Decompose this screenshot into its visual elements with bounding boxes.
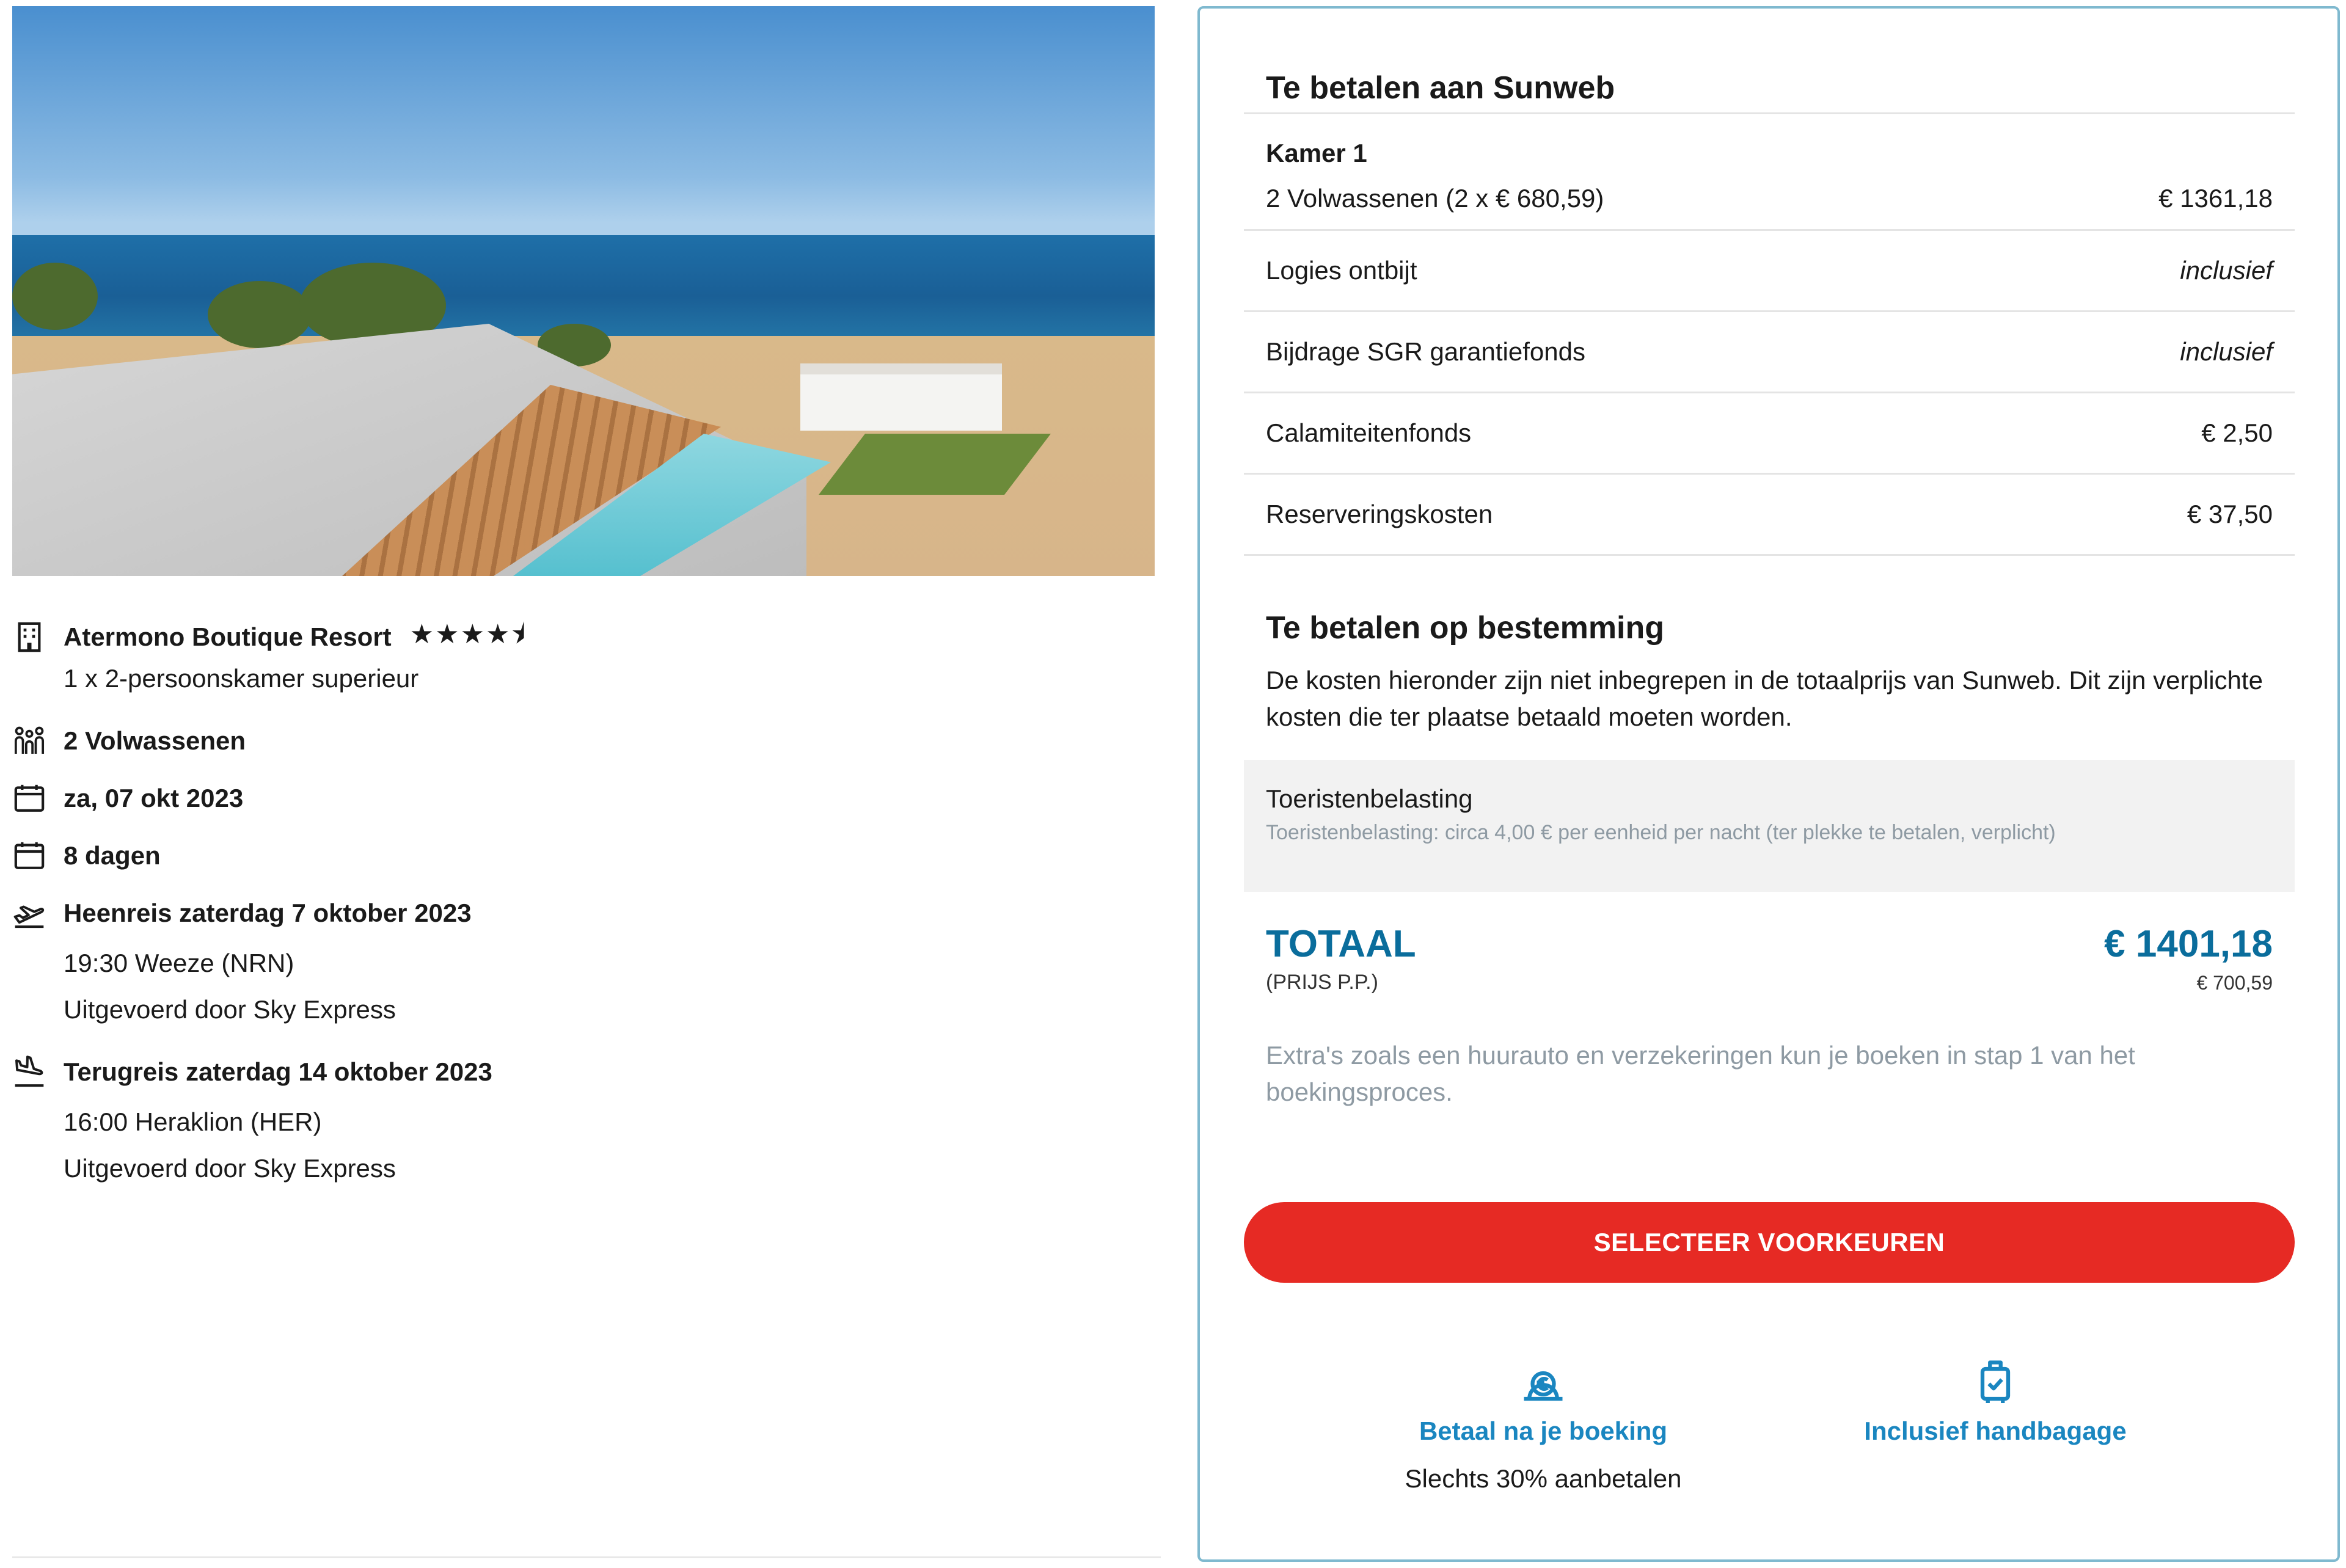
plane-landing-icon bbox=[12, 1054, 49, 1090]
booking-summary-page: Atermono Boutique Resort ★★★★⯨ 1 x 2-per… bbox=[0, 0, 2346, 1568]
tourist-tax-text: Toeristenbelasting: circa 4,00 € per een… bbox=[1266, 821, 2056, 844]
travellers-row: 2 Volwassenen bbox=[12, 723, 1155, 759]
price-line-sgr: Bijdrage SGR garantiefonds inclusief bbox=[1244, 312, 2295, 392]
plane-takeoff-icon bbox=[12, 895, 49, 932]
price-line-booking-fee: Reserveringskosten € 37,50 bbox=[1244, 475, 2295, 554]
hotel-photo bbox=[12, 6, 1155, 576]
outbound-row: Heenreis zaterdag 7 oktober 2023 bbox=[12, 895, 1155, 932]
total-amount: € 1401,18 bbox=[2104, 923, 2273, 965]
total-section: TOTAAL (PRIJS P.P.) € 1401,18 € 700,59 bbox=[1244, 892, 2295, 994]
hotel-name: Atermono Boutique Resort bbox=[64, 622, 392, 651]
return-row: Terugreis zaterdag 14 oktober 2023 bbox=[12, 1054, 1155, 1090]
usp-pay-after-booking: Betaal na je boeking Slechts 30% aanbeta… bbox=[1354, 1356, 1733, 1493]
return-title: Terugreis zaterdag 14 oktober 2023 bbox=[64, 1057, 492, 1086]
trip-info: Atermono Boutique Resort ★★★★⯨ 1 x 2-per… bbox=[12, 619, 1155, 1192]
people-icon bbox=[12, 723, 49, 759]
price-line-label: Calamiteitenfonds bbox=[1266, 418, 1472, 447]
total-label: TOTAAL bbox=[1266, 923, 1416, 965]
travellers-count: 2 Volwassenen bbox=[64, 726, 246, 755]
euro-coin-icon bbox=[1518, 1371, 1569, 1410]
price-summary-card: Te betalen aan Sunweb Kamer 1 2 Volwasse… bbox=[1197, 6, 2340, 1562]
outbound-time: 19:30 Weeze (NRN) bbox=[64, 949, 294, 977]
room-type: 1 x 2-persoonskamer superieur bbox=[64, 664, 419, 693]
usp-title: Betaal na je boeking bbox=[1419, 1417, 1668, 1445]
price-line-value: € 37,50 bbox=[2187, 500, 2273, 528]
price-line-value: inclusief bbox=[2180, 256, 2273, 285]
divider bbox=[12, 1556, 1161, 1558]
price-line-board: Logies ontbijt inclusief bbox=[1244, 231, 2295, 310]
tourist-tax-box: Toeristenbelasting Toeristenbelasting: c… bbox=[1244, 760, 2295, 892]
photo-tree bbox=[12, 263, 98, 330]
luggage-check-icon bbox=[1970, 1360, 2021, 1410]
usp-title: Inclusief handbagage bbox=[1864, 1417, 2127, 1445]
return-time: 16:00 Heraklion (HER) bbox=[64, 1107, 322, 1136]
star-rating: ★★★★⯨ bbox=[409, 619, 527, 649]
hotel-row: Atermono Boutique Resort ★★★★⯨ bbox=[12, 619, 1155, 655]
trip-details: Atermono Boutique Resort ★★★★⯨ 1 x 2-per… bbox=[12, 6, 1155, 1192]
usp-hand-luggage: Inclusief handbagage bbox=[1806, 1356, 2185, 1493]
price-line-label: 2 Volwassenen (2 x € 680,59) bbox=[1266, 184, 1604, 213]
pay-at-destination-title: Te betalen op bestemming bbox=[1266, 610, 1665, 646]
trip-duration: 8 dagen bbox=[64, 841, 161, 870]
price-summary-content: Te betalen aan Sunweb Kamer 1 2 Volwasse… bbox=[1244, 9, 2295, 1493]
return-carrier: Uitgevoerd door Sky Express bbox=[64, 1154, 396, 1183]
building-icon bbox=[12, 619, 49, 655]
pay-at-destination-text: De kosten hieronder zijn niet inbegrepen… bbox=[1266, 666, 2263, 731]
photo-beach-house bbox=[800, 363, 1002, 431]
price-line-value: € 2,50 bbox=[2201, 418, 2273, 447]
total-per-person: € 700,59 bbox=[2196, 972, 2273, 994]
date-row: za, 07 okt 2023 bbox=[12, 780, 1155, 817]
price-line-label: Logies ontbijt bbox=[1266, 256, 1417, 285]
room-label: Kamer 1 bbox=[1266, 139, 1367, 167]
outbound-title: Heenreis zaterdag 7 oktober 2023 bbox=[64, 899, 472, 927]
price-line-label: Bijdrage SGR garantiefonds bbox=[1266, 337, 1585, 366]
pay-to-sunweb-title: Te betalen aan Sunweb bbox=[1266, 70, 1615, 106]
usp-list: Betaal na je boeking Slechts 30% aanbeta… bbox=[1244, 1356, 2295, 1493]
total-sub-label: (PRIJS P.P.) bbox=[1266, 971, 1378, 994]
price-line-value: € 1361,18 bbox=[2158, 184, 2273, 213]
tourist-tax-title: Toeristenbelasting bbox=[1266, 784, 1473, 813]
usp-subtitle: Slechts 30% aanbetalen bbox=[1405, 1464, 1682, 1493]
price-line-value: inclusief bbox=[2180, 337, 2273, 366]
select-preferences-button[interactable]: SELECTEER VOORKEUREN bbox=[1244, 1202, 2295, 1283]
pay-at-destination-section: Te betalen op bestemming De kosten hiero… bbox=[1244, 556, 2295, 735]
calendar-icon bbox=[12, 837, 49, 874]
extras-note: Extra's zoals een huurauto en verzekerin… bbox=[1266, 1041, 2135, 1106]
price-line-calamity: Calamiteitenfonds € 2,50 bbox=[1244, 393, 2295, 473]
photo-tree bbox=[208, 281, 312, 348]
price-line-adults: 2 Volwassenen (2 x € 680,59) € 1361,18 bbox=[1244, 168, 2295, 229]
price-line-label: Reserveringskosten bbox=[1266, 500, 1493, 528]
duration-row: 8 dagen bbox=[12, 837, 1155, 874]
departure-date: za, 07 okt 2023 bbox=[64, 784, 244, 812]
outbound-carrier: Uitgevoerd door Sky Express bbox=[64, 995, 396, 1024]
calendar-icon bbox=[12, 780, 49, 817]
